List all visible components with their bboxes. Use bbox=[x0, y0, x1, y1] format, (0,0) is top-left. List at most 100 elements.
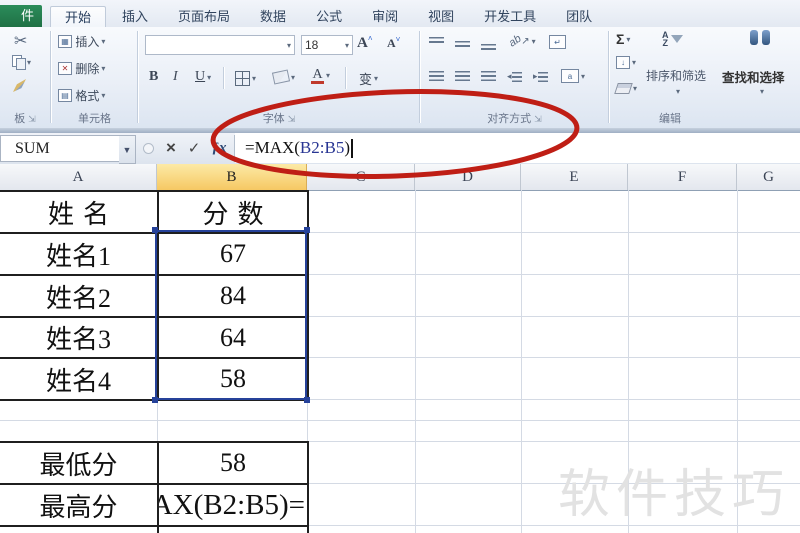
tab-developer[interactable]: 开发工具 bbox=[470, 6, 550, 27]
orientation-button[interactable]: ab ↗ ▾ bbox=[507, 33, 536, 50]
grid: 软件技巧 姓名 分数 姓名1 67 姓名2 84 姓名3 64 姓名4 58 最… bbox=[0, 190, 800, 533]
cell-A4[interactable]: 姓名3 bbox=[0, 316, 157, 357]
find-select-button[interactable]: 查找和选择 bbox=[722, 67, 785, 86]
dialog-launcher-icon[interactable]: ⇲ bbox=[534, 114, 542, 124]
insert-cells-icon: ▦ bbox=[58, 35, 72, 48]
find-select-icon bbox=[750, 30, 770, 45]
selection-handle[interactable] bbox=[152, 397, 158, 403]
name-box[interactable]: SUM bbox=[0, 135, 134, 162]
delete-cells-button[interactable]: ✕ 删除 ▾ bbox=[58, 60, 105, 77]
fill-color-button[interactable]: ▾ bbox=[271, 69, 295, 85]
spreadsheet: A B C D E F G 软件技巧 姓名 分数 姓名1 67 姓名2 84 姓… bbox=[0, 164, 800, 533]
selection-handle[interactable] bbox=[152, 227, 158, 233]
copy-icon[interactable]: ▾ bbox=[12, 55, 31, 70]
chevron-down-icon[interactable]: ▾ bbox=[674, 87, 680, 96]
increase-indent-button[interactable]: ▸ bbox=[533, 71, 548, 82]
grow-font-button[interactable]: A ˄ bbox=[357, 34, 373, 52]
autosum-button[interactable]: Σ ▾ bbox=[616, 31, 630, 47]
column-header-e[interactable]: E bbox=[521, 164, 628, 190]
cell-A10[interactable]: 平均分 bbox=[0, 525, 157, 533]
cell-B10[interactable] bbox=[157, 525, 307, 533]
font-size-combo[interactable]: 18 ▾ bbox=[301, 35, 353, 55]
column-header-c[interactable]: C bbox=[307, 164, 415, 190]
tab-formulas[interactable]: 公式 bbox=[302, 6, 356, 27]
cell-A8[interactable]: 最低分 bbox=[0, 441, 157, 483]
cut-icon[interactable]: ✂ bbox=[14, 31, 27, 51]
underline-button[interactable]: U ▾ bbox=[195, 69, 211, 85]
formula-input[interactable]: =MAX(B2:B5) bbox=[235, 133, 800, 163]
align-middle-button[interactable] bbox=[455, 37, 472, 50]
font-color-button[interactable]: A ▾ bbox=[311, 67, 330, 84]
column-header-g[interactable]: G bbox=[737, 164, 800, 190]
format-cells-icon: ▤ bbox=[58, 89, 72, 102]
cell-B8[interactable]: 58 bbox=[157, 441, 307, 483]
tab-file[interactable]: 件 bbox=[0, 5, 42, 27]
decrease-indent-button[interactable]: ◂ bbox=[507, 71, 522, 82]
tab-review[interactable]: 审阅 bbox=[358, 6, 412, 27]
name-box-dropdown[interactable]: ▼ bbox=[119, 135, 136, 164]
fill-color-icon bbox=[271, 69, 291, 85]
insert-cells-button[interactable]: ▦ 插入 ▾ bbox=[58, 33, 105, 50]
cell-A5[interactable]: 姓名4 bbox=[0, 357, 157, 399]
cell-B1[interactable]: 分数 bbox=[157, 190, 307, 232]
group-label-alignment: 对齐方式 ⇲ bbox=[487, 113, 542, 125]
column-header-b[interactable]: B bbox=[157, 164, 307, 190]
dialog-launcher-icon[interactable]: ⇲ bbox=[288, 114, 296, 124]
tab-home[interactable]: 开始 bbox=[50, 6, 107, 28]
insert-function-button[interactable]: ƒx bbox=[208, 136, 230, 160]
shrink-font-button[interactable]: A ˅ bbox=[387, 35, 400, 51]
chevron-down-icon[interactable]: ▾ bbox=[345, 41, 349, 50]
selection-handle[interactable] bbox=[304, 397, 310, 403]
group-clipboard: ✂ ▾ 板 ⇲ bbox=[0, 27, 50, 128]
selection-handle[interactable] bbox=[304, 227, 310, 233]
formula-reference: B2:B5 bbox=[299, 138, 345, 157]
cell-B9-editing[interactable]: =MAX(B2:B5) bbox=[157, 483, 307, 525]
align-right-button[interactable] bbox=[481, 71, 496, 81]
clear-button[interactable]: ▾ bbox=[614, 83, 637, 94]
phonetic-guide-button[interactable]: 变 ▾ bbox=[359, 69, 378, 88]
align-center-button[interactable] bbox=[455, 71, 470, 81]
align-bottom-button[interactable] bbox=[481, 37, 498, 50]
ribbon: 件 开始 插入 页面布局 数据 公式 审阅 视图 开发工具 团队 ✂ ▾ 板 ⇲ bbox=[0, 0, 800, 133]
chevron-down-icon[interactable]: ▾ bbox=[287, 41, 291, 50]
cancel-button[interactable]: × bbox=[162, 136, 180, 160]
column-header-d[interactable]: D bbox=[415, 164, 521, 190]
tab-insert[interactable]: 插入 bbox=[108, 6, 162, 27]
column-header-f[interactable]: F bbox=[628, 164, 737, 190]
font-name-combo[interactable]: ▾ bbox=[145, 35, 295, 55]
column-header-a[interactable]: A bbox=[0, 164, 157, 190]
italic-button[interactable]: I bbox=[173, 69, 178, 85]
merge-center-button[interactable]: a ▾ bbox=[561, 69, 585, 83]
formula-bar-collapse-button[interactable] bbox=[141, 136, 155, 160]
separator bbox=[223, 67, 225, 89]
borders-button[interactable]: ▾ bbox=[235, 71, 256, 86]
tab-team[interactable]: 团队 bbox=[552, 6, 606, 27]
formula-suffix: ) bbox=[344, 138, 350, 157]
group-label-editing: 编辑 bbox=[659, 113, 681, 125]
sort-filter-icon: A Z bbox=[662, 31, 683, 48]
format-painter-icon[interactable] bbox=[13, 79, 26, 92]
tab-data[interactable]: 数据 bbox=[246, 6, 300, 27]
fill-button[interactable]: ↓ ▾ bbox=[616, 56, 636, 69]
text-cursor bbox=[351, 138, 353, 158]
range-selection-border bbox=[155, 230, 307, 400]
bold-button[interactable]: B bbox=[149, 69, 158, 85]
tab-view[interactable]: 视图 bbox=[414, 6, 468, 27]
cell-A3[interactable]: 姓名2 bbox=[0, 274, 157, 316]
sort-filter-button[interactable]: 排序和筛选 bbox=[646, 67, 706, 84]
align-left-button[interactable] bbox=[429, 71, 444, 81]
cell-A1[interactable]: 姓名 bbox=[0, 190, 157, 232]
group-cells: ▦ 插入 ▾ ✕ 删除 ▾ ▤ 格式 ▾ 单元格 bbox=[52, 27, 137, 128]
excel-window: 件 开始 插入 页面布局 数据 公式 审阅 视图 开发工具 团队 ✂ ▾ 板 ⇲ bbox=[0, 0, 800, 533]
chevron-down-icon[interactable]: ▾ bbox=[758, 87, 764, 96]
group-label-cells: 单元格 bbox=[78, 113, 111, 125]
cell-A9[interactable]: 最高分 bbox=[0, 483, 157, 525]
dialog-launcher-icon[interactable]: ⇲ bbox=[28, 114, 36, 124]
align-top-button[interactable] bbox=[429, 37, 446, 50]
enter-button[interactable]: ✓ bbox=[185, 136, 203, 160]
format-cells-button[interactable]: ▤ 格式 ▾ bbox=[58, 87, 105, 104]
cell-A2[interactable]: 姓名1 bbox=[0, 232, 157, 274]
wrap-text-button[interactable]: ↵ bbox=[549, 35, 566, 49]
group-editing: Σ ▾ ↓ ▾ ▾ A Z 排序和筛选 ▾ 查找和选择 ▾ 编辑 bbox=[610, 27, 800, 128]
tab-page-layout[interactable]: 页面布局 bbox=[164, 6, 244, 27]
